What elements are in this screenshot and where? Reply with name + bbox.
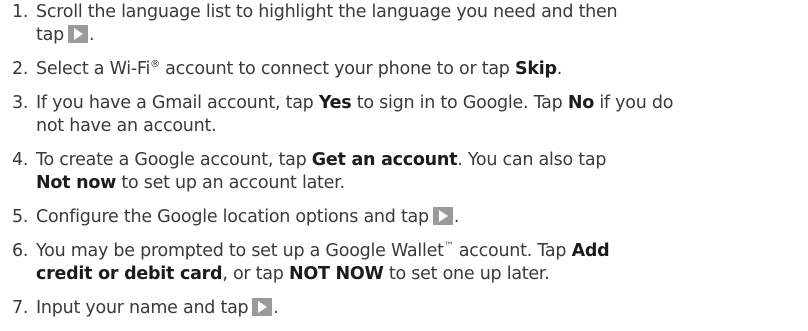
skip-label: Skip [514,59,557,79]
step-number: 4. [12,150,29,170]
credit-or-debit-card-label: credit or debit card [36,264,223,284]
not-now-label: Not now [36,173,117,193]
instruction-document: 1. Scroll the language list to highlight … [0,0,808,331]
registered-mark: ® [150,59,160,70]
play-arrow-icon [252,298,273,316]
step-4: 4. To create a Google account, tap Get an… [12,150,607,193]
not-now-upper-label: NOT NOW [288,264,384,284]
trademark: ™ [443,241,454,252]
step-number: 3. [12,93,29,113]
step-1: 1. Scroll the language list to highlight … [12,2,618,45]
step-number: 2. [12,59,29,79]
step-3: 3. If you have a Gmail account, tap Yes t… [12,93,674,136]
step-number: 1. [12,2,29,22]
step-5: 5. Configure the Google location options … [12,207,460,227]
step-number: 5. [12,207,29,227]
play-arrow-icon [432,207,453,225]
step-text: Scroll the language list to highlight th… [36,2,618,22]
step-number: 6. [12,241,29,261]
get-an-account-label: Get an account [311,150,458,170]
step-text: tap [36,25,64,45]
step-6: 6. You may be prompted to set up a Google… [12,241,610,284]
yes-label: Yes [318,93,352,113]
no-label: No [567,93,594,113]
add-label: Add [571,241,610,261]
step-number: 7. [12,298,29,318]
play-arrow-icon [67,25,88,43]
step-2: 2. Select a Wi-Fi® account to connect you… [12,59,563,79]
step-7: 7. Input your name and tap. [12,298,279,318]
